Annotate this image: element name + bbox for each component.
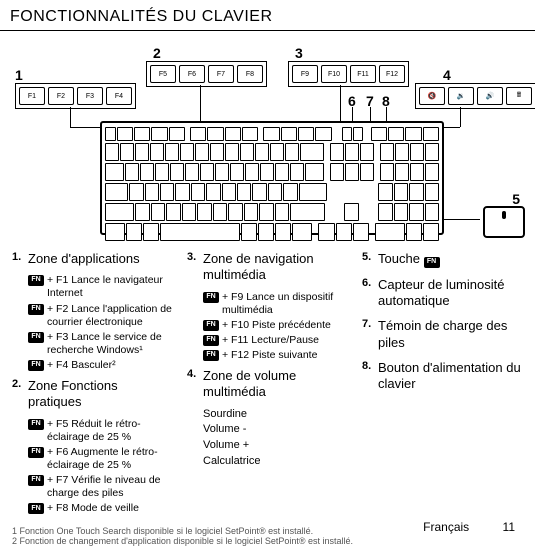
col-b: 3.Zone de navigation multimédia FN+ F9 L… xyxy=(187,251,348,518)
sub-text: + F7 Vérifie le niveau de charge des pil… xyxy=(47,474,173,500)
key: F12 xyxy=(379,65,405,83)
fn-icon: FN xyxy=(203,292,219,303)
key: F11 xyxy=(350,65,376,83)
keyboard-diagram: 1 2 3 4 5 6 7 8 F1 F2 F3 F4 F5 F6 F7 F8 … xyxy=(20,41,515,241)
fn-icon: FN xyxy=(28,332,44,343)
group-1: F1 F2 F3 F4 xyxy=(15,83,136,109)
group-3: F9 F10 F11 F12 xyxy=(288,61,409,87)
key: F4 xyxy=(106,87,132,105)
fn-icon: FN xyxy=(28,304,44,315)
num: 3. xyxy=(187,251,203,287)
item-title: Zone d'applications xyxy=(28,251,140,267)
sub-text: + F3 Lance le service de recherche Windo… xyxy=(47,331,173,357)
fn-icon: FN xyxy=(28,447,44,458)
sub-text: + F12 Piste suivante xyxy=(222,349,317,362)
item-title: Zone Fonctions pratiques xyxy=(28,378,173,411)
key: F5 xyxy=(150,65,176,83)
sub-text: Volume - xyxy=(203,423,348,437)
col-c: 5.Touche FN 6.Capteur de luminosité auto… xyxy=(362,251,523,518)
sub-text: + F6 Augmente le rétro-éclairage de 25 % xyxy=(47,446,173,472)
key: F7 xyxy=(208,65,234,83)
sub-text: + F9 Lance un dispositif multimédia xyxy=(222,291,348,317)
page-title: FONCTIONNALITÉS DU CLAVIER xyxy=(0,0,535,31)
footnote-2: 2 Fonction de changement d'application d… xyxy=(12,536,523,546)
key: F10 xyxy=(321,65,347,83)
fn-icon: FN xyxy=(28,360,44,371)
item-title: Zone de volume multimédia xyxy=(203,368,348,401)
item-title: Bouton d'alimentation du clavier xyxy=(378,360,523,393)
callout-3: 3 xyxy=(295,45,303,61)
fn-icon: FN xyxy=(203,320,219,331)
mouse-illustration xyxy=(483,206,525,238)
item-title: Zone de navigation multimédia xyxy=(203,251,348,284)
num: 1. xyxy=(12,251,28,270)
group-2: F5 F6 F7 F8 xyxy=(146,61,267,87)
key: F9 xyxy=(292,65,318,83)
num: 7. xyxy=(362,318,378,354)
key: F6 xyxy=(179,65,205,83)
legend-columns: 1.Zone d'applications FN+ F1 Lance le na… xyxy=(0,251,535,518)
callout-5: 5 xyxy=(512,191,520,207)
fn-icon: FN xyxy=(28,275,44,286)
col-a: 1.Zone d'applications FN+ F1 Lance le na… xyxy=(12,251,173,518)
keyboard-illustration xyxy=(100,121,444,235)
num: 8. xyxy=(362,360,378,396)
num: 2. xyxy=(12,378,28,414)
sub-text: + F8 Mode de veille xyxy=(47,502,139,515)
item-title: Capteur de luminosité automatique xyxy=(378,277,523,310)
fn-icon: FN xyxy=(28,503,44,514)
callout-1: 1 xyxy=(15,67,23,83)
key: 🔊 xyxy=(477,87,503,105)
fn-icon: FN xyxy=(424,257,440,268)
num: 4. xyxy=(187,368,203,404)
sub-text: + F1 Lance le navigateur Internet xyxy=(47,274,173,300)
key: F2 xyxy=(48,87,74,105)
key: 🖩 xyxy=(506,87,532,105)
sub-text: Volume + xyxy=(203,439,348,453)
sub-text: + F4 Basculer² xyxy=(47,359,116,372)
fn-icon: FN xyxy=(28,475,44,486)
footer-page: 11 xyxy=(503,520,515,534)
item-title: Témoin de charge des piles xyxy=(378,318,523,351)
sub-text: + F2 Lance l'application de courrier éle… xyxy=(47,303,173,329)
key: F8 xyxy=(237,65,263,83)
sub-text: Sourdine xyxy=(203,408,348,422)
key: 🔉 xyxy=(448,87,474,105)
key: 🔇 xyxy=(419,87,445,105)
num: 5. xyxy=(362,251,378,271)
fn-icon: FN xyxy=(203,350,219,361)
item-title: Touche FN xyxy=(378,251,440,268)
callout-4: 4 xyxy=(443,67,451,83)
footer-lang: Français xyxy=(423,520,469,534)
sub-text: + F11 Lecture/Pause xyxy=(222,334,319,347)
callout-2: 2 xyxy=(153,45,161,61)
group-4: 🔇 🔉 🔊 🖩 xyxy=(415,83,535,109)
fn-icon: FN xyxy=(203,335,219,346)
key: F3 xyxy=(77,87,103,105)
sub-text: + F5 Réduit le rétro-éclairage de 25 % xyxy=(47,418,173,444)
footer: Français 11 xyxy=(423,520,515,534)
sub-text: Calculatrice xyxy=(203,455,348,469)
num: 6. xyxy=(362,277,378,313)
key: F1 xyxy=(19,87,45,105)
sub-text: + F10 Piste précédente xyxy=(222,319,331,332)
fn-icon: FN xyxy=(28,419,44,430)
